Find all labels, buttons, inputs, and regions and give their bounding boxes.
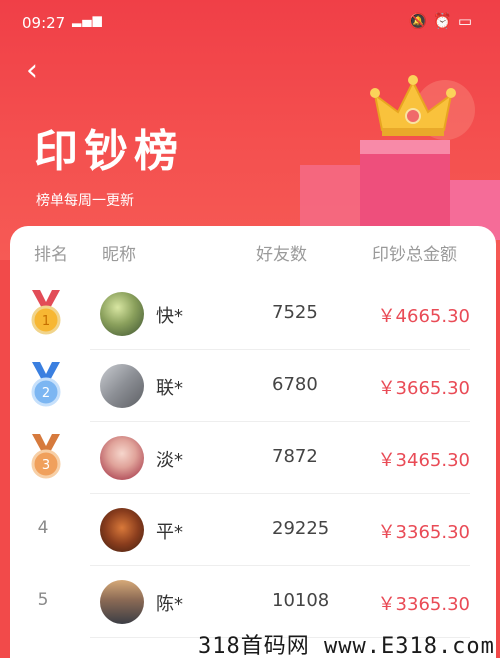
page-subtitle: 榜单每周一更新 <box>36 193 134 209</box>
avatar <box>100 508 144 552</box>
status-icons: 🔕⏰▭ <box>408 12 478 30</box>
header-rank: 排名 <box>34 245 68 265</box>
signal-icon: ▂▄▆ <box>72 13 103 27</box>
header-friends: 好友数 <box>256 245 307 265</box>
table-row[interactable]: 4 平* 29225 ￥3365.30 <box>10 494 496 566</box>
status-bar: 09:27 ▂▄▆ 🔕⏰▭ <box>0 0 500 46</box>
friend-count: 29225 <box>272 518 330 539</box>
gold-medal-icon: 1 <box>31 290 61 335</box>
avatar <box>100 436 144 480</box>
header-amount: 印钞总金额 <box>372 245 457 265</box>
nickname: 快* <box>156 306 183 327</box>
friend-count: 7872 <box>272 446 318 467</box>
svg-text:2: 2 <box>42 386 50 401</box>
back-arrow-icon[interactable]: ‹ <box>26 56 50 86</box>
bronze-medal-icon: 3 <box>31 434 61 479</box>
avatar <box>100 364 144 408</box>
rank-number: 4 <box>37 518 49 538</box>
table-row[interactable]: 2 联* 6780 ￥3665.30 <box>10 350 496 422</box>
amount: ￥3365.30 <box>377 594 470 615</box>
amount: ￥3665.30 <box>377 378 470 399</box>
mute-icon: 🔕 <box>408 12 434 30</box>
nickname: 陈* <box>156 594 183 615</box>
amount: ￥4665.30 <box>377 306 470 327</box>
silver-medal-icon: 2 <box>31 362 61 407</box>
table-row[interactable]: 3 淡* 7872 ￥3465.30 <box>10 422 496 494</box>
friend-count: 7525 <box>272 302 318 323</box>
friend-count: 10108 <box>272 590 330 611</box>
nickname: 联* <box>156 378 183 399</box>
table-row[interactable]: 1 快* 7525 ￥4665.30 <box>10 278 496 350</box>
status-time: 09:27 <box>22 14 66 32</box>
rank-number: 5 <box>37 590 49 610</box>
svg-text:3: 3 <box>42 458 50 473</box>
header-banner: 09:27 ▂▄▆ 🔕⏰▭ ‹ 印钞榜 榜单每周一更新 <box>0 0 500 260</box>
avatar <box>100 580 144 624</box>
amount: ￥3465.30 <box>377 450 470 471</box>
amount: ￥3365.30 <box>377 522 470 543</box>
friend-count: 6780 <box>272 374 318 395</box>
battery-icon: ▭ <box>457 12 478 30</box>
crown-illustration <box>300 75 500 240</box>
page-title: 印钞榜 <box>34 126 184 177</box>
nickname: 平* <box>156 522 183 543</box>
alarm-icon: ⏰ <box>433 12 458 30</box>
header-nickname: 昵称 <box>102 245 136 265</box>
nickname: 淡* <box>156 450 183 471</box>
avatar <box>100 292 144 336</box>
svg-text:1: 1 <box>42 314 50 329</box>
watermark-text: 318首码网 www.E318.com <box>198 634 495 658</box>
